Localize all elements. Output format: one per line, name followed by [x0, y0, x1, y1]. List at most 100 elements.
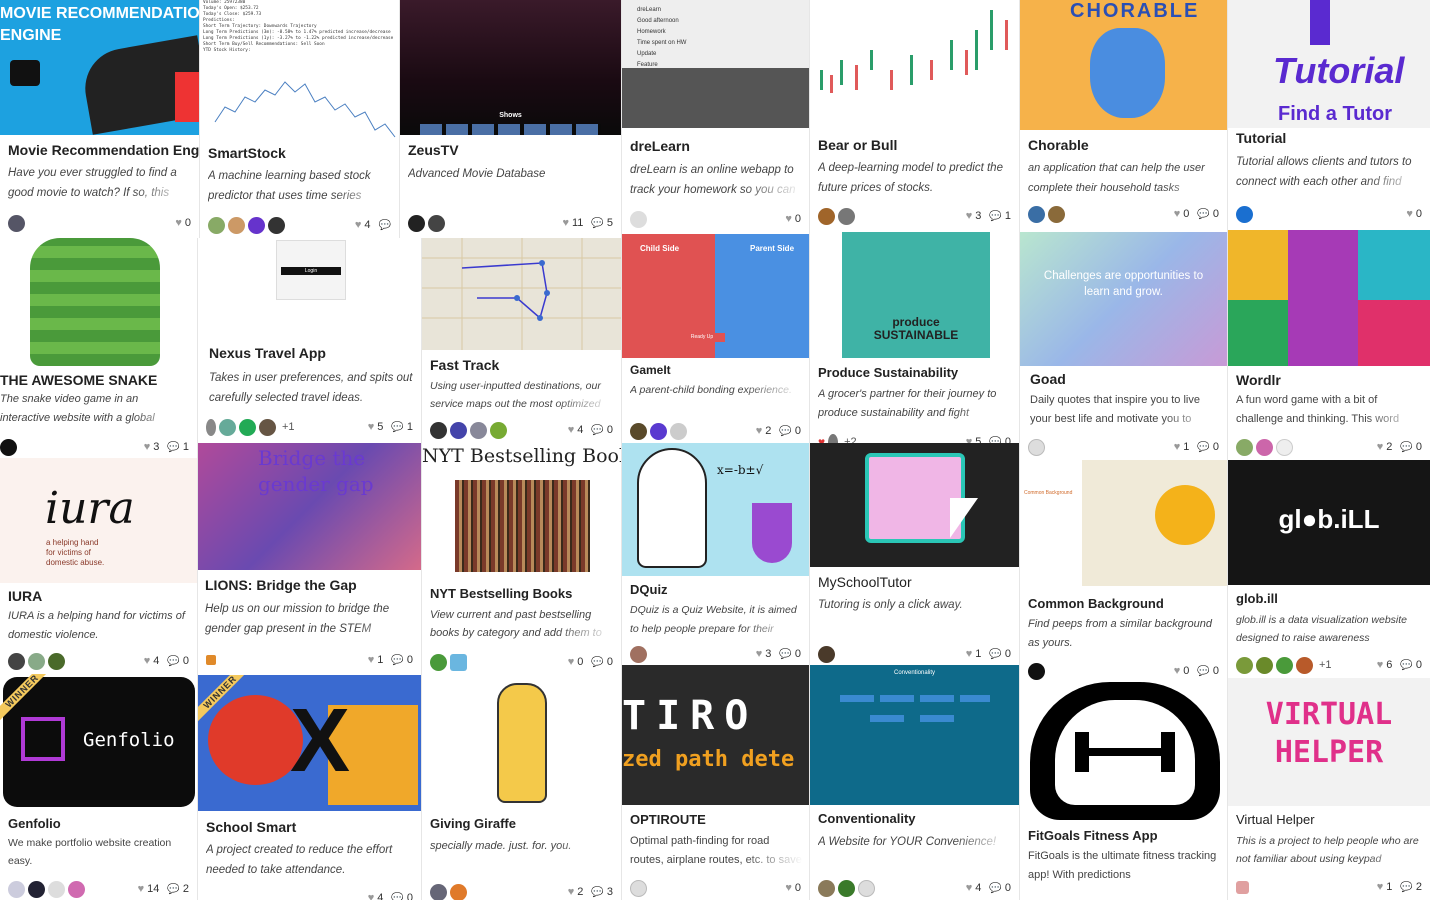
- heart-icon[interactable]: ♥: [562, 217, 569, 229]
- heart-icon[interactable]: ♥: [355, 219, 362, 231]
- heart-icon[interactable]: ♥: [568, 656, 575, 668]
- avatar[interactable]: [239, 418, 256, 436]
- project-thumbnail[interactable]: [810, 0, 1019, 130]
- heart-icon[interactable]: ♥: [966, 210, 973, 222]
- project-card-fitgoals[interactable]: FitGoals Fitness App FitGoals is the ult…: [1020, 682, 1228, 900]
- avatar[interactable]: [1028, 662, 1045, 680]
- avatar[interactable]: [28, 880, 45, 898]
- project-thumbnail[interactable]: [422, 238, 621, 350]
- project-thumbnail[interactable]: gl●b.iLL: [1228, 460, 1430, 585]
- project-thumbnail[interactable]: Genfolio WINNER: [0, 674, 197, 810]
- project-card-snake[interactable]: THE AWESOME SNAKE The snake video game i…: [0, 238, 198, 458]
- heart-icon[interactable]: ♥: [785, 882, 792, 894]
- project-title[interactable]: IURA: [8, 588, 42, 604]
- project-card-gameit[interactable]: Child Side Parent Side Ready Up GameIt A…: [622, 234, 810, 443]
- project-thumbnail[interactable]: Login: [198, 238, 421, 338]
- project-title[interactable]: DQuiz: [630, 582, 668, 597]
- project-card-zeustv[interactable]: Shows ZeusTV Advanced Movie Database ♥ 11…: [400, 0, 622, 238]
- heart-icon[interactable]: ♥: [368, 421, 375, 433]
- heart-icon[interactable]: ♥: [756, 425, 763, 437]
- comment-icon[interactable]: 💬: [167, 442, 179, 453]
- comment-icon[interactable]: 💬: [167, 884, 179, 895]
- project-thumbnail[interactable]: x=-b±√: [622, 443, 809, 576]
- project-card-globill[interactable]: gl●b.iLL glob.ill glob.ill is a data vis…: [1228, 460, 1430, 678]
- project-title[interactable]: Wordlr: [1236, 372, 1281, 388]
- heart-icon[interactable]: ♥: [144, 655, 151, 667]
- project-thumbnail[interactable]: [1020, 682, 1227, 820]
- project-card-bearbull[interactable]: Bear or Bull A deep-learning model to pr…: [810, 0, 1020, 232]
- avatar[interactable]: [1236, 205, 1253, 223]
- comment-icon[interactable]: 💬: [591, 657, 603, 668]
- project-title[interactable]: THE AWESOME SNAKE: [0, 372, 157, 388]
- avatar[interactable]: [219, 418, 236, 436]
- project-card-tutorial[interactable]: Tutorial Find a Tutor Tutorial Tutorial …: [1228, 0, 1430, 230]
- avatar[interactable]: [450, 653, 467, 671]
- project-title[interactable]: OPTIROUTE: [630, 812, 706, 827]
- project-card-commonbg[interactable]: Common Background Common Background Find…: [1020, 460, 1228, 682]
- avatar[interactable]: [470, 421, 487, 439]
- project-card-fasttrack[interactable]: Fast Track Using user-inputted destinati…: [422, 238, 622, 443]
- project-thumbnail[interactable]: Common Background: [1020, 460, 1227, 586]
- project-title[interactable]: School Smart: [206, 819, 296, 835]
- heart-icon[interactable]: ♥: [568, 886, 575, 898]
- project-card-giraffe[interactable]: Giving Giraffe specially made. just. for…: [422, 675, 622, 900]
- project-thumbnail[interactable]: NYT Bestselling Books: [422, 443, 621, 578]
- project-card-movie[interactable]: MOVIE RECOMMENDATION ENGINE Movie Recomm…: [0, 0, 200, 238]
- project-thumbnail[interactable]: dreLearn Good afternoon Homework Time sp…: [622, 0, 809, 128]
- heart-icon[interactable]: ♥: [1174, 441, 1181, 453]
- avatar[interactable]: [490, 421, 507, 439]
- project-card-conventionality[interactable]: Conventionality Conventionality A Websit…: [810, 665, 1020, 900]
- avatar[interactable]: [1276, 438, 1293, 456]
- project-title[interactable]: NYT Bestselling Books: [430, 586, 572, 601]
- comment-icon[interactable]: 💬: [1400, 442, 1412, 453]
- project-card-schoolsmart[interactable]: X WINNER School Smart A project created …: [198, 675, 422, 900]
- avatar[interactable]: [206, 418, 216, 436]
- comment-icon[interactable]: 💬: [989, 883, 1001, 894]
- project-card-optiroute[interactable]: TIRO zed path dete OPTIROUTE Optimal pat…: [622, 665, 810, 900]
- project-title[interactable]: Fast Track: [430, 357, 499, 373]
- avatar[interactable]: [248, 216, 265, 234]
- avatar[interactable]: [259, 418, 276, 436]
- project-title[interactable]: Bear or Bull: [818, 137, 897, 153]
- avatar[interactable]: [428, 214, 445, 232]
- project-card-nyt[interactable]: NYT Bestselling Books NYT Bestselling Bo…: [422, 443, 622, 675]
- project-title[interactable]: Produce Sustainability: [818, 365, 958, 380]
- heart-icon[interactable]: ♥: [1174, 665, 1181, 677]
- project-thumbnail[interactable]: Volume: 25972380 Today's Open: $253.72 T…: [200, 0, 399, 140]
- avatar[interactable]: [838, 207, 855, 225]
- project-card-produce[interactable]: produce SUSTAINABLE Produce Sustainabili…: [810, 232, 1020, 443]
- project-title[interactable]: dreLearn: [630, 138, 690, 154]
- avatar[interactable]: [630, 879, 647, 897]
- comment-icon[interactable]: 💬: [1400, 882, 1412, 893]
- project-title[interactable]: Genfolio: [8, 816, 61, 831]
- avatar[interactable]: [838, 879, 855, 897]
- avatar[interactable]: [68, 880, 85, 898]
- avatar[interactable]: [1296, 656, 1313, 674]
- project-thumbnail[interactable]: [422, 675, 621, 811]
- project-title[interactable]: Conventionality: [818, 811, 916, 826]
- avatar[interactable]: [630, 645, 647, 663]
- avatar[interactable]: [8, 652, 25, 670]
- project-thumbnail[interactable]: MOVIE RECOMMENDATION ENGINE: [0, 0, 199, 135]
- comment-icon[interactable]: 💬: [1197, 666, 1209, 677]
- project-card-goad[interactable]: Challenges are opportunities to learn an…: [1020, 232, 1228, 460]
- avatar[interactable]: [1028, 205, 1045, 223]
- heart-icon[interactable]: ♥: [966, 648, 973, 660]
- project-card-smartstock[interactable]: Volume: 25972380 Today's Open: $253.72 T…: [200, 0, 400, 238]
- project-title[interactable]: Goad: [1030, 371, 1066, 387]
- project-thumbnail[interactable]: TIRO zed path dete: [622, 665, 809, 805]
- avatar[interactable]: [28, 652, 45, 670]
- project-title[interactable]: Tutorial: [1236, 130, 1286, 146]
- project-card-chorable[interactable]: CHORABLE Chorable an application that ca…: [1020, 0, 1228, 232]
- project-title[interactable]: Nexus Travel App: [209, 345, 326, 361]
- heart-icon[interactable]: ♥: [144, 441, 151, 453]
- project-thumbnail[interactable]: iura a helping hand for victims of domes…: [0, 458, 197, 583]
- heart-icon[interactable]: ♥: [368, 654, 375, 666]
- comment-icon[interactable]: 💬: [1197, 209, 1209, 220]
- heart-icon[interactable]: ♥: [966, 436, 973, 443]
- project-title[interactable]: Movie Recommendation Engine: [8, 142, 199, 158]
- project-title[interactable]: ZeusTV: [408, 142, 459, 158]
- heart-icon[interactable]: ♥: [368, 892, 375, 900]
- avatar[interactable]: [630, 422, 647, 440]
- avatar[interactable]: [818, 879, 835, 897]
